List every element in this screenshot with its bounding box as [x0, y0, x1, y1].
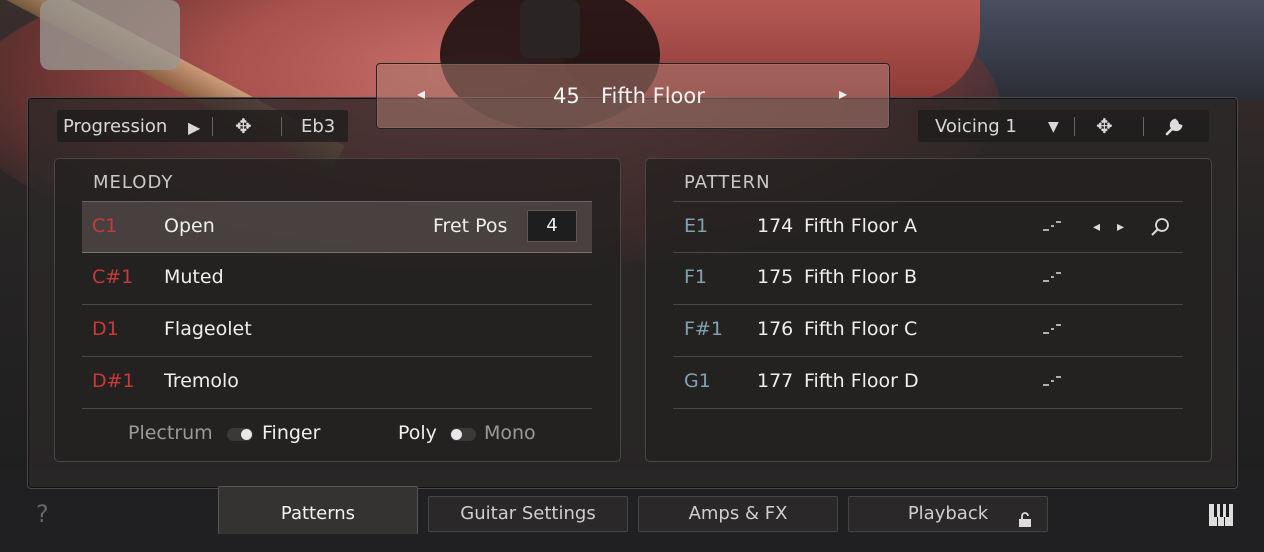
pattern-number: 174: [757, 215, 794, 237]
key-selector[interactable]: Eb3: [301, 116, 335, 137]
chevron-down-icon[interactable]: ▼: [1048, 119, 1059, 135]
pattern-name: Fifth Floor D: [804, 370, 919, 392]
pattern-curve-icon[interactable]: [1042, 322, 1062, 340]
pattern-number: 175: [757, 266, 794, 288]
next-variation-icon[interactable]: ▸: [1117, 219, 1124, 235]
keyboard-icon[interactable]: [1208, 503, 1234, 531]
melody-label: Tremolo: [164, 370, 239, 392]
melody-label: Muted: [164, 266, 224, 288]
pattern-row[interactable]: G1 177 Fifth Floor D: [673, 357, 1183, 409]
melody-label: Open: [164, 215, 215, 237]
tab-playback-label: Playback: [907, 503, 989, 524]
pattern-curve-icon[interactable]: [1042, 374, 1062, 392]
tab-guitar-settings[interactable]: Guitar Settings: [428, 496, 628, 532]
pattern-header: PATTERN: [684, 172, 771, 193]
preset-title[interactable]: Fifth Floor: [601, 84, 705, 108]
lock-icon[interactable]: [1017, 506, 1033, 540]
wrench-icon[interactable]: [1164, 115, 1186, 142]
next-preset-icon[interactable]: ▸: [839, 84, 847, 103]
preset-number: 45: [553, 84, 580, 108]
melody-row-flageolet[interactable]: D1 Flageolet: [82, 305, 592, 357]
pattern-key: F#1: [684, 318, 723, 340]
voicing-dropdown[interactable]: Voicing 1: [935, 116, 1017, 137]
melody-row-muted[interactable]: C#1 Muted: [82, 253, 592, 305]
pattern-row[interactable]: E1 174 Fifth Floor A ◂ ▸: [673, 201, 1183, 253]
plectrum-finger-toggle[interactable]: [227, 428, 253, 441]
melody-key: D#1: [92, 370, 135, 392]
pattern-number: 177: [757, 370, 794, 392]
pattern-name: Fifth Floor C: [804, 318, 918, 340]
tab-patterns[interactable]: Patterns: [218, 486, 418, 534]
voicing-toolbar: Voicing 1 ▼ ✥: [918, 110, 1209, 142]
pattern-key: E1: [684, 215, 709, 237]
progression-toolbar: Progression ▶ ✥ Eb3: [57, 110, 348, 142]
melody-row-open[interactable]: C1 Open Fret Pos 4: [82, 201, 592, 253]
prev-preset-icon[interactable]: ◂: [417, 84, 425, 103]
pattern-curve-icon[interactable]: [1042, 219, 1062, 237]
pattern-row[interactable]: F#1 176 Fifth Floor C: [673, 305, 1183, 357]
poly-mono-toggle[interactable]: [450, 428, 476, 441]
preset-navigator: ◂ 45 Fifth Floor ▸: [376, 63, 890, 129]
poly-label[interactable]: Poly: [398, 422, 437, 444]
plectrum-label[interactable]: Plectrum: [128, 422, 213, 444]
pattern-name: Fifth Floor B: [804, 266, 918, 288]
pattern-key: F1: [684, 266, 708, 288]
melody-header: MELODY: [93, 172, 174, 193]
pattern-curve-icon[interactable]: [1042, 270, 1062, 288]
melody-label: Flageolet: [164, 318, 252, 340]
tab-playback[interactable]: Playback: [848, 496, 1048, 532]
prev-variation-icon[interactable]: ◂: [1093, 219, 1100, 235]
melody-key: C#1: [92, 266, 134, 288]
search-icon[interactable]: [1150, 217, 1170, 241]
drag-move-icon[interactable]: ✥: [235, 114, 252, 138]
tab-amps-fx[interactable]: Amps & FX: [638, 496, 838, 532]
pattern-number: 176: [757, 318, 794, 340]
melody-key: D1: [92, 318, 119, 340]
drag-move-icon[interactable]: ✥: [1096, 114, 1113, 138]
help-icon[interactable]: ?: [36, 500, 49, 528]
pattern-name: Fifth Floor A: [804, 215, 918, 237]
melody-key: C1: [92, 215, 118, 237]
pattern-key: G1: [684, 370, 711, 392]
melody-row-tremolo[interactable]: D#1 Tremolo: [82, 357, 592, 409]
play-icon[interactable]: ▶: [188, 118, 200, 137]
fret-pos-label: Fret Pos: [433, 215, 508, 237]
progression-button[interactable]: Progression: [63, 116, 167, 137]
mono-label[interactable]: Mono: [484, 422, 536, 444]
fret-pos-field[interactable]: 4: [527, 210, 577, 242]
finger-label[interactable]: Finger: [262, 422, 320, 444]
pattern-row[interactable]: F1 175 Fifth Floor B: [673, 253, 1183, 305]
